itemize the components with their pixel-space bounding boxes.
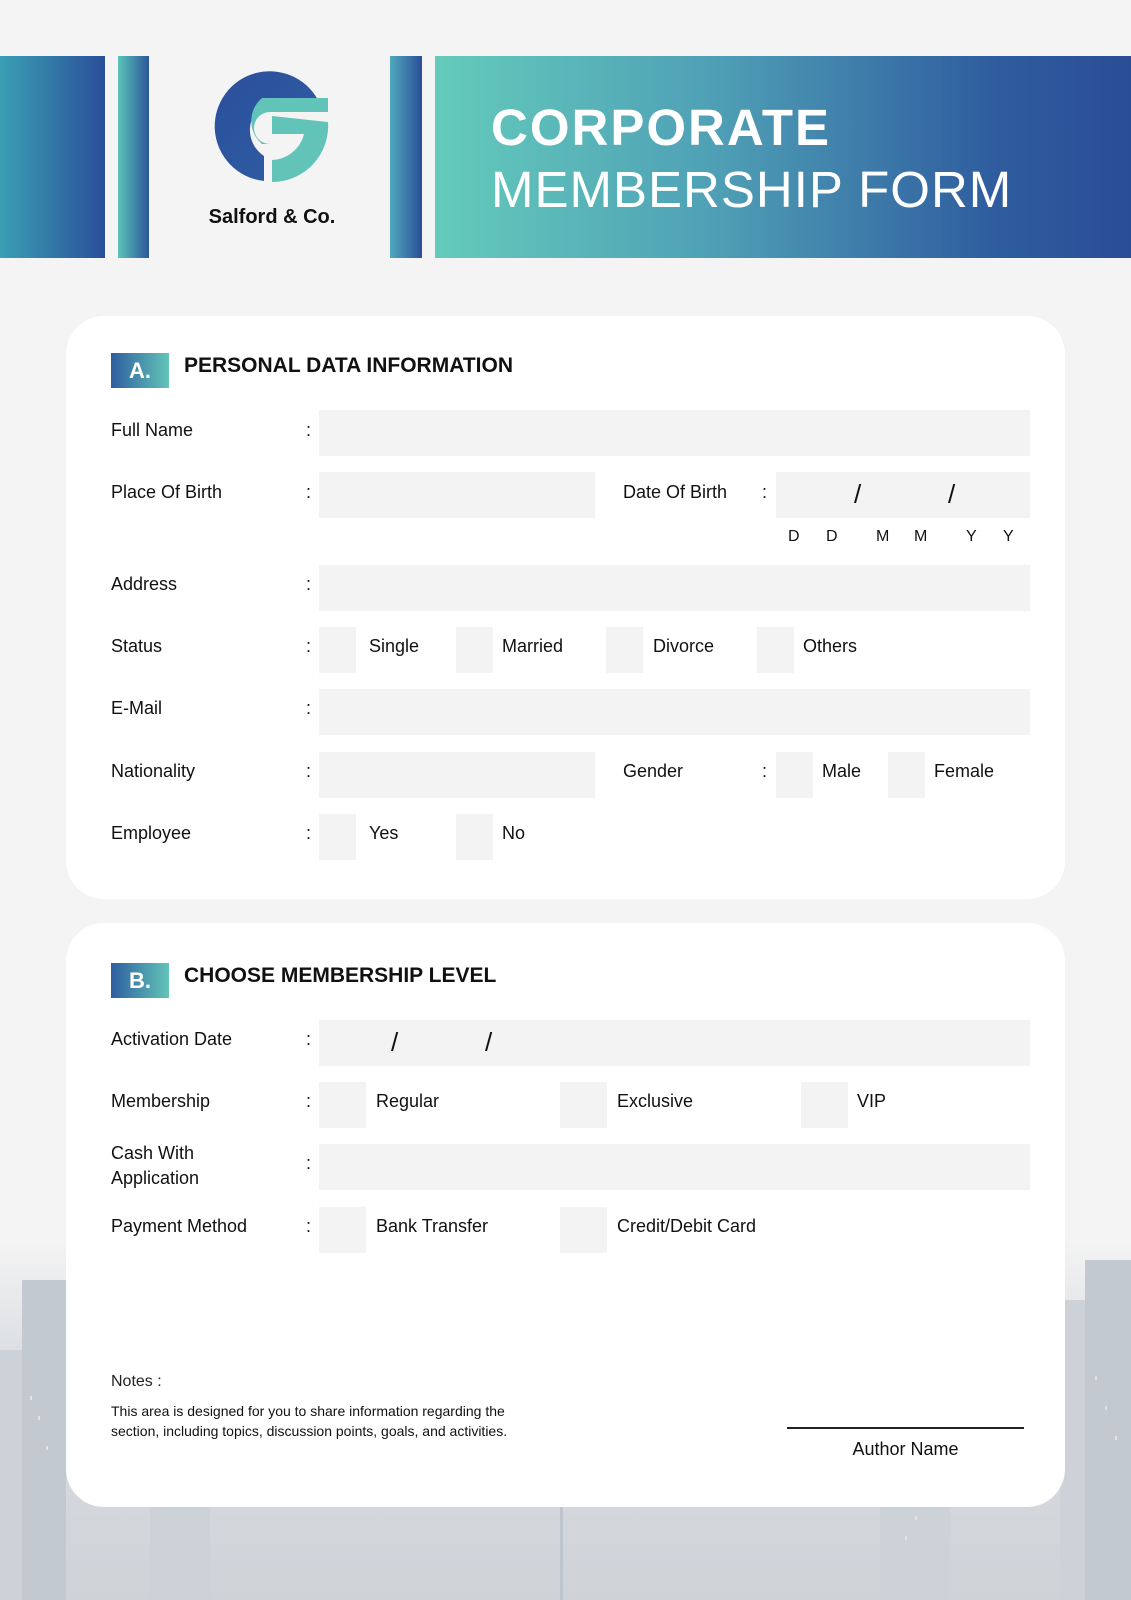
section-title-b: CHOOSE MEMBERSHIP LEVEL [184, 964, 497, 987]
full-name-label: Full Name [111, 420, 194, 440]
dob-hint: M [876, 528, 890, 545]
date-separator: / [485, 1027, 493, 1057]
status-single-checkbox[interactable] [319, 627, 356, 673]
signature-line [787, 1427, 1024, 1429]
full-name-input[interactable] [319, 410, 1030, 456]
cash-label-line: Application [111, 1168, 200, 1188]
membership-exclusive-checkbox[interactable] [560, 1082, 607, 1128]
status-others-label: Others [803, 636, 858, 656]
gender-label: Gender [623, 761, 684, 781]
date-of-birth-label: Date Of Birth [623, 482, 728, 502]
status-married-label: Married [502, 636, 564, 656]
colon: : [306, 698, 312, 718]
place-of-birth-label: Place Of Birth [111, 482, 223, 502]
email-input[interactable] [319, 689, 1030, 735]
employee-no-checkbox[interactable] [456, 814, 493, 860]
nationality-input[interactable] [319, 752, 595, 798]
header: Salford & Co. CORPORATE MEMBERSHIP FORM [0, 56, 1131, 258]
payment-card-label: Credit/Debit Card [617, 1216, 757, 1236]
colon: : [306, 574, 312, 594]
gender-male-checkbox[interactable] [776, 752, 813, 798]
section-badge-b: B. [111, 963, 169, 998]
colon: : [762, 482, 768, 502]
cash-with-application-label: Cash With Application [111, 1141, 199, 1191]
title-line-1: CORPORATE [491, 99, 832, 156]
brand-name: Salford & Co. [208, 206, 336, 228]
dob-hint: Y [1003, 528, 1014, 545]
status-divorce-label: Divorce [653, 636, 715, 656]
status-label: Status [111, 636, 163, 656]
payment-bank-transfer-label: Bank Transfer [376, 1216, 489, 1236]
header-band [390, 56, 422, 258]
dob-hint: D [826, 528, 838, 545]
gender-female-checkbox[interactable] [888, 752, 925, 798]
status-single-label: Single [369, 636, 420, 656]
gender-female-label: Female [934, 761, 995, 781]
employee-yes-checkbox[interactable] [319, 814, 356, 860]
date-of-birth-input[interactable] [776, 472, 1030, 518]
status-divorce-checkbox[interactable] [606, 627, 643, 673]
employee-no-label: No [502, 823, 526, 843]
date-separator: / [391, 1027, 399, 1057]
colon: : [306, 761, 312, 781]
header-band [118, 56, 149, 258]
payment-method-label: Payment Method [111, 1216, 248, 1236]
section-badge-a: A. [111, 353, 169, 388]
colon: : [306, 1153, 312, 1173]
membership-regular-checkbox[interactable] [319, 1082, 366, 1128]
colon: : [306, 823, 312, 843]
dob-hint: Y [966, 528, 977, 545]
building [560, 1500, 563, 1600]
address-label: Address [111, 574, 178, 594]
place-of-birth-input[interactable] [319, 472, 595, 518]
colon: : [306, 1029, 312, 1049]
g-letter-logo-icon [214, 71, 329, 183]
dob-hint: D [788, 528, 800, 545]
payment-card-checkbox[interactable] [560, 1207, 607, 1253]
building [1085, 1260, 1131, 1600]
notes-body: This area is designed for you to share i… [111, 1403, 508, 1439]
colon: : [306, 1216, 312, 1236]
membership-vip-checkbox[interactable] [801, 1082, 848, 1128]
activation-date-input[interactable] [319, 1020, 1030, 1066]
nationality-label: Nationality [111, 761, 196, 781]
membership-label: Membership [111, 1091, 211, 1111]
header-band [0, 56, 105, 258]
colon: : [762, 761, 768, 781]
status-others-checkbox[interactable] [757, 627, 794, 673]
colon: : [306, 420, 312, 440]
address-input[interactable] [319, 565, 1030, 611]
payment-bank-transfer-checkbox[interactable] [319, 1207, 366, 1253]
email-label: E-Mail [111, 698, 163, 718]
author-name: Author Name [852, 1439, 959, 1459]
employee-label: Employee [111, 823, 192, 843]
gender-male-label: Male [822, 761, 862, 781]
cash-with-application-input[interactable] [319, 1144, 1030, 1190]
title-line-2: MEMBERSHIP FORM [491, 161, 1013, 218]
colon: : [306, 1091, 312, 1111]
status-married-checkbox[interactable] [456, 627, 493, 673]
date-separator: / [948, 479, 956, 509]
colon: : [306, 636, 312, 656]
date-separator: / [854, 479, 862, 509]
dob-hint: M [914, 528, 928, 545]
membership-vip-label: VIP [857, 1091, 887, 1111]
colon: : [306, 482, 312, 502]
membership-regular-label: Regular [376, 1091, 440, 1111]
membership-level-card: B. CHOOSE MEMBERSHIP LEVEL Activation Da… [66, 923, 1065, 1507]
building [22, 1280, 66, 1600]
section-title-a: PERSONAL DATA INFORMATION [184, 354, 513, 377]
activation-date-label: Activation Date [111, 1029, 233, 1049]
cash-label-line: Cash With [111, 1143, 195, 1163]
employee-yes-label: Yes [369, 823, 399, 843]
membership-exclusive-label: Exclusive [617, 1091, 694, 1111]
notes-title: Notes : [111, 1373, 162, 1390]
personal-data-card: A. PERSONAL DATA INFORMATION Full Name :… [66, 316, 1065, 899]
header-title-band [435, 56, 1131, 258]
